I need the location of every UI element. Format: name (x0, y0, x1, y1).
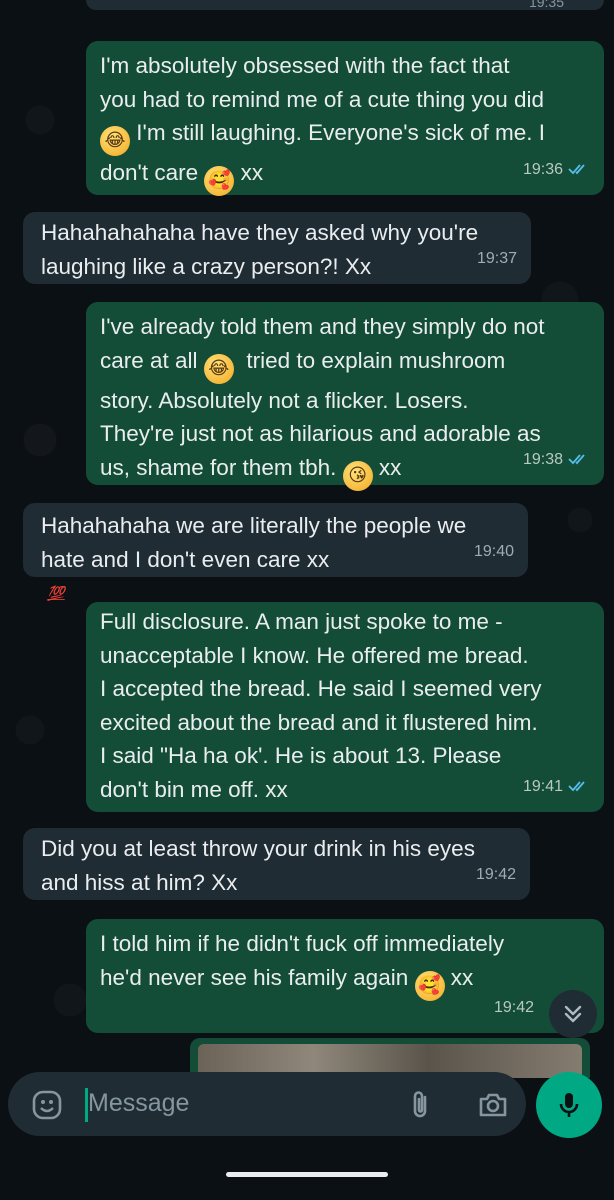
rofl-emoji-icon: 😂 (100, 126, 130, 156)
message-time: 19:42 (493, 998, 534, 1016)
mic-icon (559, 1093, 579, 1117)
message-bubble-incoming[interactable]: Hahahahahaha have they asked why you're … (23, 212, 531, 284)
message-text: Did you at least throw your drink in his… (41, 836, 475, 895)
gesture-nav-bar[interactable] (226, 1172, 388, 1177)
message-text: I told him if he didn't fuck off immedia… (100, 927, 590, 1001)
smiling-hearts-emoji-icon: 🥰 (204, 166, 235, 196)
message-meta: 19:36 (523, 153, 590, 187)
smiling-hearts-emoji-icon: 🥰 (414, 970, 445, 1001)
message-text: Full disclosure. A man just spoke to me … (100, 609, 542, 802)
read-receipt-icon (568, 164, 585, 175)
message-meta: 19:42 (476, 858, 516, 892)
voice-record-button[interactable] (536, 1072, 602, 1138)
camera-icon[interactable] (476, 1088, 510, 1122)
message-bubble-outgoing[interactable]: Full disclosure. A man just spoke to me … (86, 602, 604, 812)
message-meta: 19:41 (523, 770, 590, 804)
previous-message-edge: 19:35 (86, 0, 604, 10)
read-receipt-icon (568, 454, 585, 465)
message-bubble-outgoing[interactable]: I'm absolutely obsessed with the fact th… (86, 41, 604, 196)
message-input-bar[interactable]: Message (8, 1072, 526, 1136)
message-time: 19:40 (473, 542, 514, 560)
previous-message-time: 19:35 (528, 0, 564, 10)
message-bubble-outgoing[interactable]: I told him if he didn't fuck off immedia… (86, 919, 604, 1033)
message-meta: 19:38 (523, 443, 590, 477)
message-time: 19:36 (522, 160, 563, 178)
message-text: I'm absolutely obsessed with the fact th… (100, 49, 590, 196)
message-text: Hahahahaha we are literally the people w… (41, 513, 467, 572)
scroll-to-bottom-button[interactable] (549, 990, 597, 1038)
message-time: 19:41 (522, 777, 563, 795)
message-meta: 19:42 (494, 991, 534, 1025)
message-bubble-outgoing[interactable]: I've already told them and they simply d… (86, 302, 604, 491)
emoji-icon[interactable] (30, 1088, 64, 1122)
message-time: 19:42 (475, 865, 516, 883)
message-bubble-incoming[interactable]: Hahahahaha we are literally the people w… (23, 503, 528, 577)
message-meta: 19:37 (477, 242, 517, 276)
rofl-emoji-icon: 😂 (203, 353, 234, 384)
paperclip-icon[interactable] (404, 1088, 438, 1122)
message-input[interactable]: Message (88, 1089, 189, 1118)
message-text: I've already told them and they simply d… (100, 310, 590, 491)
message-time: 19:38 (522, 450, 563, 468)
double-chevron-down-icon (564, 1005, 582, 1023)
hundred-points-reaction[interactable]: 💯 (38, 579, 74, 609)
message-meta: 19:40 (474, 535, 514, 569)
read-receipt-icon (568, 781, 585, 792)
message-text: Hahahahahaha have they asked why you're … (41, 220, 479, 279)
kiss-emoji-icon: 😘 (342, 460, 373, 491)
message-time: 19:37 (476, 249, 517, 267)
message-bubble-incoming[interactable]: Did you at least throw your drink in his… (23, 828, 530, 900)
